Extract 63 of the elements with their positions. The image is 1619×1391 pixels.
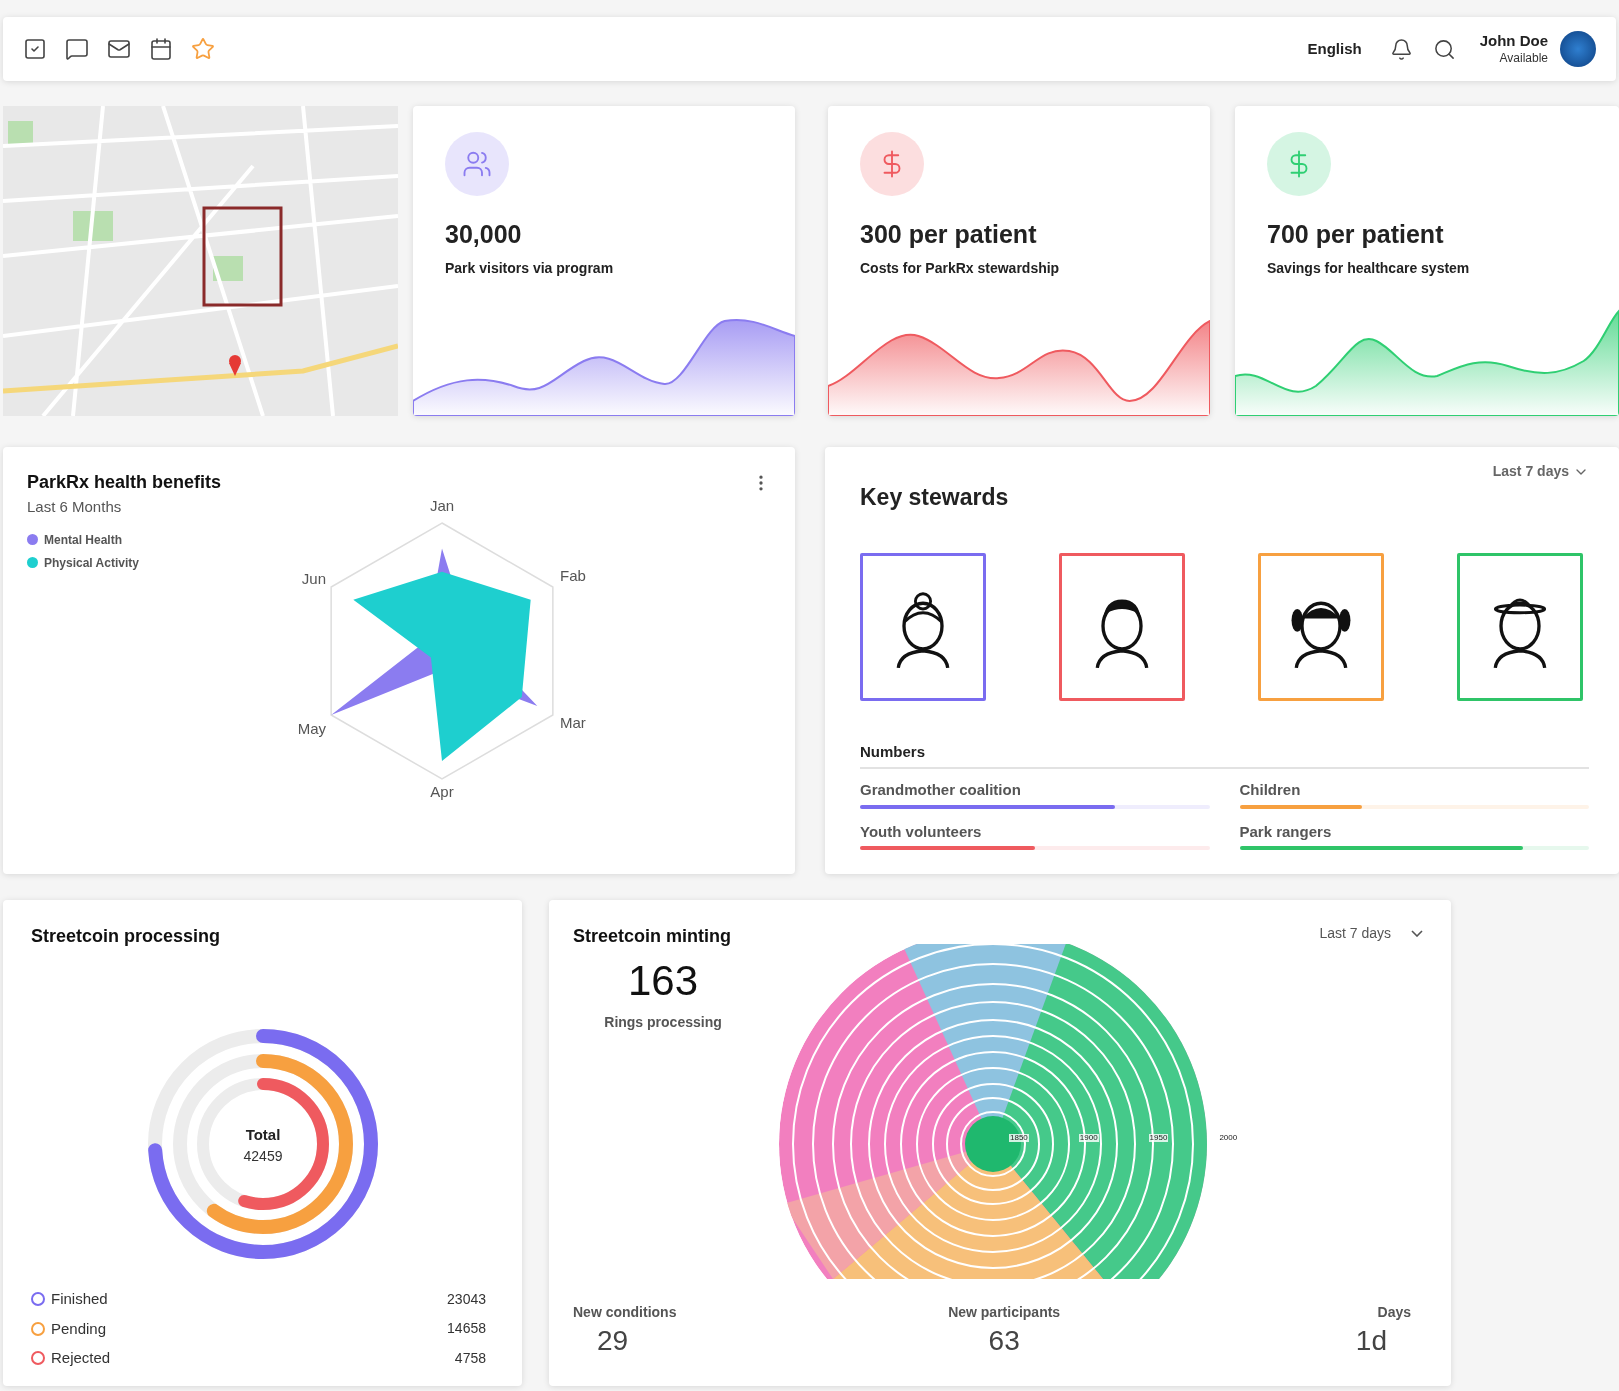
axis-label: Fab xyxy=(560,567,586,584)
ring-count-label: Rings processing xyxy=(604,1013,722,1032)
chat-icon[interactable] xyxy=(65,37,89,61)
stat-title: New conditions xyxy=(573,1303,677,1322)
axis-label: Apr xyxy=(430,783,454,800)
steward-frame[interactable] xyxy=(1059,552,1185,701)
stat-value: 30,000 xyxy=(445,219,523,250)
user-name: John Doe xyxy=(1479,32,1548,51)
legend-value: 4758 xyxy=(454,1348,486,1368)
legend-value: 23043 xyxy=(447,1289,486,1309)
card-title: Streetcoin processing xyxy=(31,925,222,948)
ring-year-label: 2000 xyxy=(1218,1134,1239,1142)
tasks-icon[interactable] xyxy=(23,37,47,61)
stat-title: New participants xyxy=(948,1303,1061,1322)
calendar-icon[interactable] xyxy=(149,37,173,61)
steward-frame[interactable] xyxy=(860,552,986,701)
stat-label: Savings for healthcare system xyxy=(1267,258,1471,278)
ring-year-label: 1950 xyxy=(1148,1134,1169,1142)
chevron-down-icon xyxy=(1411,930,1423,937)
stat-label: Costs for ParkRx stewardship xyxy=(860,258,1061,278)
ring-count: 163 xyxy=(627,960,699,1002)
star-icon[interactable] xyxy=(191,37,215,61)
ring-year-label: 1900 xyxy=(1078,1134,1099,1142)
axis-label: May xyxy=(297,720,326,737)
total-label: Total xyxy=(245,1126,281,1143)
user-status: Available xyxy=(1499,50,1548,66)
period-dropdown[interactable]: Last 7 days xyxy=(1492,461,1589,482)
number-label: Park rangers xyxy=(1239,821,1333,842)
stat-value: 700 per patient xyxy=(1267,219,1445,250)
card-title: Streetcoin minting xyxy=(573,925,732,948)
steward-frame[interactable] xyxy=(1258,552,1384,701)
number-label: Children xyxy=(1239,780,1302,800)
ring-year-label: 1850 xyxy=(1009,1134,1029,1142)
legend-label: Finished xyxy=(51,1289,108,1309)
stat-label: Park visitors via program xyxy=(445,258,615,278)
card-title: Key stewards xyxy=(860,483,1010,512)
stat-title: Days xyxy=(1377,1303,1411,1322)
stat-value: 300 per patient xyxy=(860,219,1038,250)
legend-value: 14658 xyxy=(447,1319,486,1339)
axis-label: Jun xyxy=(301,570,326,587)
language-selector[interactable]: English xyxy=(1307,37,1362,61)
people-icon xyxy=(462,149,492,179)
mail-icon[interactable] xyxy=(107,37,131,61)
legend-label: Physical Activity xyxy=(44,554,139,572)
axis-label: Mar xyxy=(560,714,586,731)
stat-number: 63 xyxy=(987,1324,1021,1358)
avatar[interactable] xyxy=(1560,31,1596,67)
search-icon[interactable] xyxy=(1432,37,1456,61)
stat-number: 29 xyxy=(596,1324,630,1358)
axis-label: Jan xyxy=(429,497,455,514)
stat-number: 1d xyxy=(1354,1324,1388,1358)
period-dropdown[interactable]: Last 7 days xyxy=(1319,923,1423,944)
card-subtitle: Last 6 Months xyxy=(27,497,123,517)
steward-frame[interactable] xyxy=(1457,552,1583,701)
section-title: Numbers xyxy=(860,741,927,762)
legend-label: Pending xyxy=(51,1318,107,1339)
legend-label: Rejected xyxy=(51,1348,111,1368)
card-title: ParkRx health benefits xyxy=(27,471,223,494)
number-label: Youth volunteers xyxy=(860,821,983,842)
bell-icon[interactable] xyxy=(1389,37,1413,61)
total-value: 42459 xyxy=(243,1148,283,1164)
legend-label: Mental Health xyxy=(44,531,122,549)
number-label: Grandmother coalition xyxy=(860,780,1022,800)
